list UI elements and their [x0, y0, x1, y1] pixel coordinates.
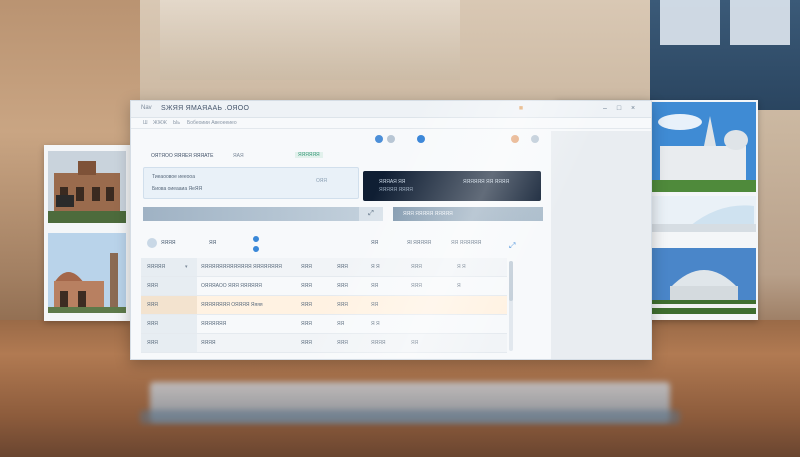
main-window: Nav ЅЖЯЯ ЯМАЯААЬ .ОЯОО ■ – □ × Ш ЖЖЖ Ыь … — [130, 100, 652, 360]
row-cell: ЯЯЯЯ — [371, 340, 386, 346]
table-row[interactable]: ЯЯЯЯЯ ▾ ЯЯЯЯЯЯЯЯЯЯЯЯЯЯ ЯЯЯЯЯЯЯЯ ЯЯЯ ЯЯЯ … — [141, 258, 507, 277]
row-cell: ЯЯ — [371, 283, 379, 289]
sort-icon[interactable] — [253, 236, 259, 242]
row-side-label: ЯЯЯ — [147, 321, 158, 327]
tool-button[interactable] — [387, 135, 395, 143]
row-cell: ЯЯ — [337, 321, 345, 327]
window-title: ЅЖЯЯ ЯМАЯААЬ .ОЯОО — [161, 105, 250, 112]
row-side-label: ЯЯЯ — [147, 340, 158, 346]
column-header[interactable]: Яl ЯЯЯЯЯ — [407, 240, 431, 246]
row-cell: ЯЯЯ — [337, 264, 348, 270]
filter-icon[interactable] — [253, 246, 259, 252]
building-photo[interactable] — [48, 151, 126, 223]
row-cell: Я Я — [371, 321, 380, 327]
row-side-label: ЯЯЯЯЯ — [147, 264, 166, 270]
building-photo[interactable] — [650, 248, 756, 314]
title-bar: Nav ЅЖЯЯ ЯМАЯААЬ .ОЯОО ■ – □ × — [131, 101, 651, 118]
app-label: Nav — [141, 105, 152, 111]
table-row[interactable]: ЯЯЯ ЯЯЯЯ ЯЯЯ ЯЯЯ ЯЯЯЯ ЯЯ — [141, 334, 507, 353]
menu-item[interactable]: Ш — [143, 120, 148, 126]
menu-item[interactable]: Ыь — [173, 120, 180, 126]
row-name: ЯЯЯЯ — [201, 340, 216, 346]
column-header[interactable]: ЯЯЯЯ — [161, 240, 175, 246]
bookmark-icon[interactable]: ■ — [517, 105, 525, 113]
row-cell: ЯЯЯ — [411, 264, 422, 270]
dropdown-icon[interactable]: ▾ — [185, 264, 188, 270]
row-cell: ЯЯЯ — [301, 321, 312, 327]
tool-button[interactable] — [375, 135, 383, 143]
row-cell: ЯЯ — [411, 340, 419, 346]
dark-summary-card[interactable]: ЯЯЯАЯ ЯЯ ЯЯЯЯЯ ЯЯЯЯ ЯЯЯЯЯЯ ЯЯ ЯЯЯЯ — [363, 171, 541, 201]
building-photo[interactable] — [48, 233, 126, 313]
row-cell: ЯЯЯ — [301, 264, 312, 270]
row-cell: ЯЯ — [371, 302, 379, 308]
detail-value: ОЯЯ — [316, 178, 328, 184]
right-strip — [551, 131, 651, 359]
window-pane — [660, 0, 720, 45]
card-header: ОЯТЯОО ЯЯЯЕЯ ЯЯЯАТЕ — [151, 153, 214, 159]
row-cell: Я Я — [371, 264, 380, 270]
building-photo[interactable] — [650, 102, 756, 192]
row-name: ЯЯЯЯЯЯЯ — [201, 321, 227, 327]
row-cell: Я Я — [457, 264, 466, 270]
detail-line: Тиеаоовое иееооа — [152, 174, 195, 180]
row-cell: ЯЯЯ — [301, 340, 312, 346]
column-header[interactable]: ЯЯ — [209, 240, 216, 246]
row-cell: ЯЯЯ — [337, 283, 348, 289]
menu-item[interactable]: ЖЖЖ — [153, 120, 167, 126]
action-bar[interactable]: ЯЯЯ ЯЯЯЯЯ ЯЯЯЯЯ — [393, 207, 543, 221]
scrollbar-thumb[interactable] — [509, 261, 513, 301]
summary-line: ЯЯЯАЯ ЯЯ — [379, 179, 406, 185]
row-name: ЯЯЯЯЯЯЯЯ ОЯЯЯЯ Яяяя — [201, 302, 263, 308]
progress-bar[interactable] — [143, 207, 359, 221]
card-header-suffix: ЯАЯ — [233, 153, 244, 159]
expand-icon[interactable]: ⤢ — [359, 207, 383, 221]
row-cell: ЯЯЯ — [301, 302, 312, 308]
column-header[interactable]: ЯЯ — [371, 240, 378, 246]
row-cell: Я — [457, 283, 461, 289]
info-icon[interactable] — [147, 238, 157, 248]
table-row[interactable]: ЯЯЯ ОЯЯЯАОО ЯЯЯ ЯЯЯЯЯЯ ЯЯЯ ЯЯЯ ЯЯ ЯЯЯ Я — [141, 277, 507, 296]
table-header: ЯЯЯЯ ЯЯ ЯЯ Яl ЯЯЯЯЯ ЯЯ ЯЯЯЯЯЯ — [141, 236, 541, 258]
menu-bar: Ш ЖЖЖ Ыь Бобеоиии Авеоееиео — [131, 118, 651, 129]
details-card[interactable]: Тиеаоовое иееооа Биова оиеааиа ЯеЯЯ ОЯЯ — [143, 167, 359, 199]
row-cell: ЯЯЯ — [301, 283, 312, 289]
background-window — [650, 0, 800, 110]
data-table: ЯЯЯЯ ЯЯ ЯЯ Яl ЯЯЯЯЯ ЯЯ ЯЯЯЯЯЯ ЯЯЯЯЯ ▾ ЯЯ… — [141, 236, 541, 353]
summary-line: ЯЯЯЯЯЯ ЯЯ ЯЯЯЯ — [463, 179, 510, 185]
row-cell: ЯЯЯ — [337, 340, 348, 346]
background-shelf — [160, 0, 460, 80]
menu-item[interactable]: Бобеоиии Авеоееиео — [187, 120, 237, 126]
action-bar-label: ЯЯЯ ЯЯЯЯЯ ЯЯЯЯЯ — [403, 211, 453, 217]
table-row-selected[interactable]: ЯЯЯ ЯЯЯЯЯЯЯЯ ОЯЯЯЯ Яяяя ЯЯЯ ЯЯЯ ЯЯ — [141, 296, 507, 315]
row-cell: ЯЯЯ — [411, 283, 422, 289]
tool-button[interactable] — [531, 135, 539, 143]
row-side-label: ЯЯЯ — [147, 283, 158, 289]
status-badge: ЯЯЯЯЯЯ — [295, 152, 323, 158]
globe-icon[interactable] — [417, 135, 425, 143]
window-pane — [730, 0, 790, 45]
fullscreen-icon[interactable]: ⤢ — [509, 241, 515, 251]
close-icon[interactable]: × — [629, 105, 637, 113]
row-cell: ЯЯЯ — [337, 302, 348, 308]
building-photo[interactable] — [650, 196, 756, 232]
row-name: ЯЯЯЯЯЯЯЯЯЯЯЯЯЯ ЯЯЯЯЯЯЯЯ — [201, 264, 282, 270]
column-header[interactable]: ЯЯ ЯЯЯЯЯЯ — [451, 240, 481, 246]
minimize-icon[interactable]: – — [601, 105, 609, 113]
table-scrollbar[interactable] — [509, 261, 513, 351]
monitor-stand-base — [140, 410, 680, 424]
maximize-icon[interactable]: □ — [615, 105, 623, 113]
summary-line: ЯЯЯЯЯ ЯЯЯЯ — [379, 187, 413, 193]
row-name: ОЯЯЯАОО ЯЯЯ ЯЯЯЯЯЯ — [201, 283, 262, 289]
tool-button[interactable] — [511, 135, 519, 143]
detail-line: Биова оиеааиа ЯеЯЯ — [152, 186, 203, 192]
table-row[interactable]: ЯЯЯ ЯЯЯЯЯЯЯ ЯЯЯ ЯЯ Я Я — [141, 315, 507, 334]
left-photo-panel — [44, 145, 130, 321]
row-side-label: ЯЯЯ — [147, 302, 158, 308]
